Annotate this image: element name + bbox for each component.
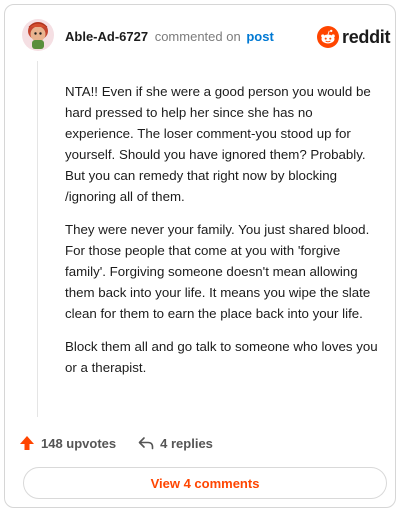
view-comments-button[interactable]: View 4 comments xyxy=(23,467,387,499)
reply-arrow-icon xyxy=(138,437,154,450)
reddit-wordmark: reddit xyxy=(342,26,391,47)
username[interactable]: Able-Ad-6727 xyxy=(65,29,148,44)
comment-paragraph: Block them all and go talk to someone wh… xyxy=(65,339,378,375)
upvote-arrow-icon xyxy=(20,436,34,450)
comment-actions: 148 upvotes 4 replies xyxy=(19,433,213,453)
avatar[interactable] xyxy=(21,17,55,53)
replies-button[interactable]: 4 replies xyxy=(138,436,213,451)
upvote-button[interactable]: 148 upvotes xyxy=(19,435,116,451)
reddit-snoo-icon xyxy=(317,26,339,48)
post-link[interactable]: post xyxy=(246,29,273,44)
comment-paragraph: They were never your family. You just sh… xyxy=(65,222,371,321)
thread-line[interactable] xyxy=(37,61,38,417)
upvote-count: 148 upvotes xyxy=(41,435,117,451)
comment-paragraph: NTA!! Even if she were a good person you… xyxy=(65,84,371,204)
replies-count: 4 replies xyxy=(160,435,213,451)
comment-body: NTA!! Even if she were a good person you… xyxy=(65,81,383,390)
commented-on-label: commented on xyxy=(154,29,241,44)
reddit-logo[interactable]: reddit xyxy=(317,25,391,49)
comment-header: Able-Ad-6727 commented on post xyxy=(65,28,274,46)
comment-card: Able-Ad-6727 commented on post reddit NT… xyxy=(4,4,396,508)
